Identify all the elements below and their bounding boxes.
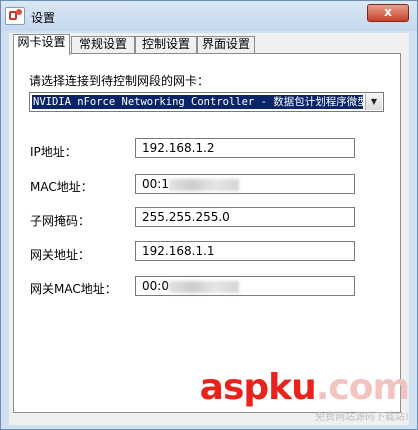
nic-select-prompt: 请选择连接到待控制网段的网卡： bbox=[29, 74, 210, 88]
mac-value: 00:1 bbox=[142, 177, 169, 191]
watermark-text-c: .com bbox=[315, 367, 410, 408]
gateway-field[interactable]: 192.168.1.1 bbox=[135, 241, 355, 261]
watermark-text-a: asp bbox=[199, 367, 269, 408]
watermark-tagline: 免费网站源码下载站! bbox=[314, 412, 409, 423]
ip-label: IP地址： bbox=[30, 145, 77, 159]
watermark-logo: aspku.com bbox=[199, 367, 410, 408]
gateway-value: 192.168.1.1 bbox=[142, 244, 215, 258]
tab-control-settings[interactable]: 控制设置 bbox=[135, 36, 197, 53]
subnet-mask-value: 255.255.255.0 bbox=[142, 210, 230, 224]
tab-nic-settings[interactable]: 网卡设置 bbox=[13, 34, 70, 55]
window-title: 设置 bbox=[31, 11, 56, 25]
mac-field[interactable]: 00:1 bbox=[135, 174, 355, 194]
mac-label: MAC地址： bbox=[30, 180, 93, 194]
title-bar[interactable]: 设置 x bbox=[1, 1, 417, 31]
ip-field[interactable]: 192.168.1.2 bbox=[135, 138, 355, 158]
nic-select-value: NVIDIA nForce Networking Controller - 数据… bbox=[32, 95, 363, 109]
watermark-text-b: ku bbox=[268, 367, 317, 408]
tab-interface-settings[interactable]: 界面设置 bbox=[197, 36, 255, 53]
settings-window: 设置 x 网卡设置 常规设置 控制设置 界面设置 请选择连接到待控制网段的网卡：… bbox=[0, 0, 418, 430]
nic-settings-panel: 请选择连接到待控制网段的网卡： NVIDIA nForce Networking… bbox=[13, 53, 401, 413]
gateway-label: 网关地址： bbox=[30, 248, 91, 262]
ip-value: 192.168.1.2 bbox=[142, 141, 215, 155]
redacted-mask bbox=[168, 280, 239, 293]
gateway-mac-field[interactable]: 00:0 bbox=[135, 276, 355, 296]
gateway-mac-value: 00:0 bbox=[142, 279, 169, 293]
app-icon bbox=[5, 7, 25, 25]
nic-select[interactable]: NVIDIA nForce Networking Controller - 数据… bbox=[29, 92, 384, 112]
gateway-mac-label: 网关MAC地址： bbox=[30, 282, 117, 296]
site-watermark: aspku.com 免费网站源码下载站! bbox=[200, 368, 410, 424]
subnet-mask-label: 子网掩码： bbox=[30, 214, 91, 228]
chevron-down-icon[interactable]: ▼ bbox=[365, 94, 382, 110]
close-button[interactable]: x bbox=[367, 4, 409, 22]
redacted-mask bbox=[168, 178, 239, 191]
subnet-mask-field[interactable]: 255.255.255.0 bbox=[135, 207, 355, 227]
tab-general-settings[interactable]: 常规设置 bbox=[71, 36, 135, 53]
